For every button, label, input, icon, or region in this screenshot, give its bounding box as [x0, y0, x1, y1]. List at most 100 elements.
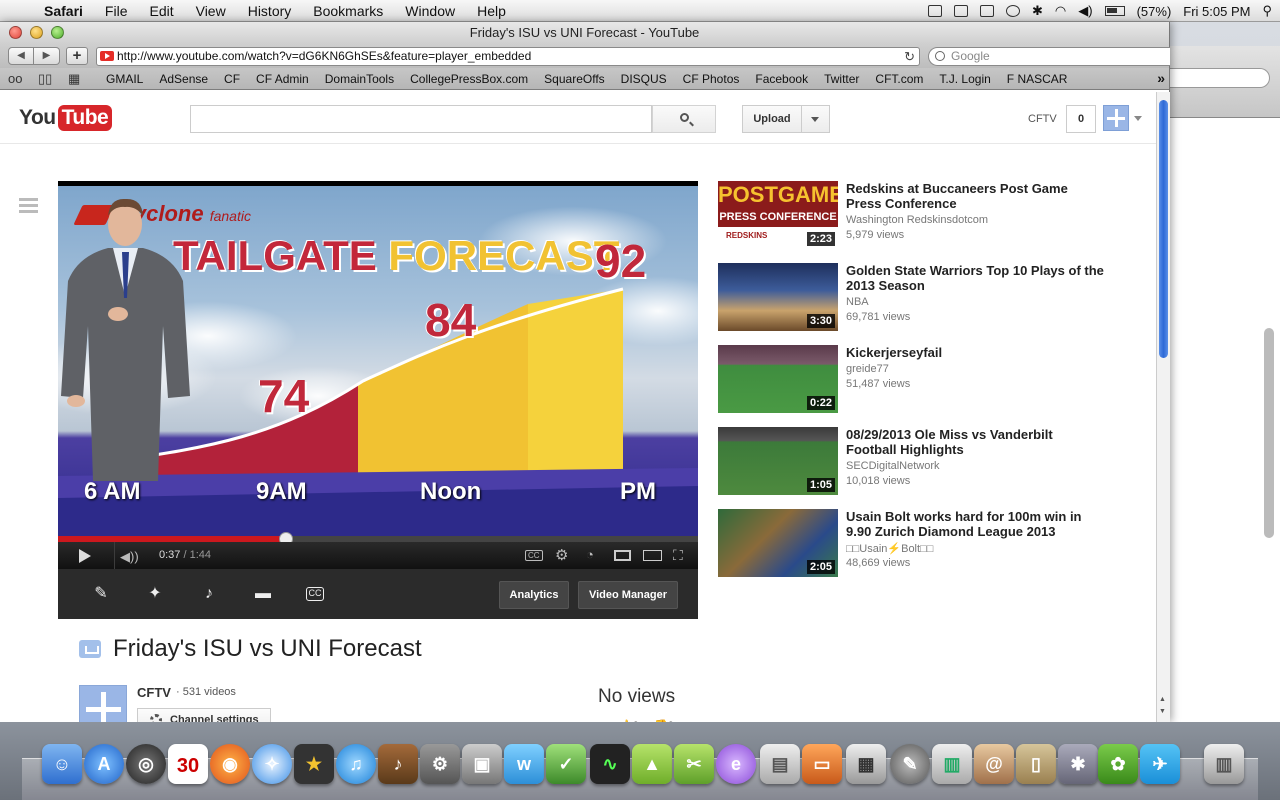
- volume-icon[interactable]: ◀)): [120, 549, 139, 564]
- back-button[interactable]: ◀: [8, 47, 34, 65]
- suggested-video[interactable]: 2:05 Usain Bolt works hard for 100m win …: [718, 509, 1118, 577]
- evernote-icon[interactable]: ✿: [1098, 744, 1138, 784]
- keynote-icon[interactable]: ▭: [802, 744, 842, 784]
- close-window-button[interactable]: [9, 26, 22, 39]
- scroll-up-arrow-icon[interactable]: ▲: [1159, 696, 1166, 703]
- eclipse-icon[interactable]: e: [716, 744, 756, 784]
- large-player-icon[interactable]: [643, 550, 662, 561]
- small-player-icon[interactable]: [614, 550, 631, 561]
- suggested-title[interactable]: 08/29/2013 Ole Miss vs Vanderbilt Footba…: [846, 427, 1106, 457]
- calculator-icon[interactable]: ▦: [846, 744, 886, 784]
- watch-later-clock-icon[interactable]: ◔: [586, 547, 594, 562]
- utility-icon[interactable]: ✎: [890, 744, 930, 784]
- top-sites-grid-icon[interactable]: ▦: [68, 71, 88, 86]
- minimize-window-button[interactable]: [30, 26, 43, 39]
- edit-pencil-icon[interactable]: ✎: [91, 584, 111, 604]
- suggested-video[interactable]: POSTGAME PRESS CONFERENCE REDSKINS 2:23 …: [718, 181, 1118, 249]
- time-machine-icon[interactable]: [1006, 5, 1021, 17]
- add-bookmark-button[interactable]: +: [66, 47, 88, 65]
- guide-menu-icon[interactable]: [19, 198, 38, 214]
- dashboard-icon[interactable]: ◎: [126, 744, 166, 784]
- volume-icon[interactable]: ◀): [1078, 3, 1092, 19]
- browser-search-field[interactable]: Google: [928, 47, 1170, 66]
- garageband-icon[interactable]: ♪: [378, 744, 418, 784]
- account-menu-caret-icon[interactable]: [1134, 116, 1142, 121]
- bookmark-twitter[interactable]: Twitter: [816, 72, 867, 86]
- menu-window[interactable]: Window: [394, 3, 466, 19]
- notification-count[interactable]: 0: [1066, 105, 1096, 133]
- text-edit-icon[interactable]: ▯: [1016, 744, 1056, 784]
- suggested-title[interactable]: Kickerjerseyfail: [846, 345, 1106, 360]
- captions-add-icon[interactable]: CC: [306, 587, 324, 601]
- suggested-video[interactable]: 1:05 08/29/2013 Ole Miss vs Vanderbilt F…: [718, 427, 1118, 495]
- settings-gear-icon[interactable]: ⚙: [555, 546, 568, 564]
- menu-edit[interactable]: Edit: [138, 3, 184, 19]
- activity-monitor-icon[interactable]: ∿: [590, 744, 630, 784]
- youtube-logo[interactable]: You Tube: [19, 105, 113, 131]
- bookmark-cf[interactable]: CF: [216, 72, 248, 86]
- battery-percent[interactable]: (57%): [1137, 4, 1172, 19]
- menu-view[interactable]: View: [185, 3, 237, 19]
- safari-icon[interactable]: ✧: [252, 744, 292, 784]
- finder-icon[interactable]: ☺: [42, 744, 82, 784]
- system-preferences-icon[interactable]: ⚙: [420, 744, 460, 784]
- bookmark-domaintools[interactable]: DomainTools: [317, 72, 402, 86]
- video-frame[interactable]: Cyclone fanatic TAILGATE FORECAST 70 74 …: [58, 186, 698, 536]
- annotations-icon[interactable]: ▬: [253, 584, 273, 604]
- reading-list-icon[interactable]: oo: [8, 71, 28, 86]
- suggested-thumbnail[interactable]: 3:30: [718, 263, 838, 331]
- imovie-star-icon[interactable]: ★: [294, 744, 334, 784]
- battery-icon[interactable]: [1104, 6, 1125, 16]
- twitter-icon[interactable]: ✈: [1140, 744, 1180, 784]
- bookmark-facebook[interactable]: Facebook: [747, 72, 816, 86]
- evernote-menu-icon[interactable]: [954, 5, 969, 17]
- wunderlist-icon[interactable]: w: [504, 744, 544, 784]
- page-scrollbar[interactable]: ▲ ▼: [1156, 92, 1170, 722]
- bluetooth-icon[interactable]: ✱: [1032, 3, 1043, 19]
- calendar-icon[interactable]: 30: [168, 744, 208, 784]
- app-store-icon[interactable]: A: [84, 744, 124, 784]
- trash-icon[interactable]: ▥: [1204, 744, 1244, 784]
- menu-history[interactable]: History: [237, 3, 303, 19]
- video-manager-button[interactable]: Video Manager: [578, 581, 678, 609]
- bookmark-tj-login[interactable]: T.J. Login: [931, 72, 998, 86]
- menu-clock[interactable]: Fri 5:05 PM: [1183, 4, 1250, 19]
- page-scrollbar-thumb[interactable]: [1159, 100, 1168, 358]
- preview-icon[interactable]: ✓: [546, 744, 586, 784]
- suggested-thumbnail[interactable]: POSTGAME PRESS CONFERENCE REDSKINS 2:23: [718, 181, 838, 249]
- fullscreen-icon[interactable]: ⛶: [673, 547, 683, 564]
- play-icon[interactable]: [79, 549, 91, 563]
- youtube-search-input[interactable]: [190, 105, 652, 133]
- audio-note-icon[interactable]: ♪: [199, 584, 219, 604]
- user-name[interactable]: CFTV: [1028, 113, 1057, 125]
- background-window-scrollbar[interactable]: [1264, 328, 1274, 538]
- dropbox-menu-icon[interactable]: [980, 5, 995, 17]
- suggested-title[interactable]: Golden State Warriors Top 10 Plays of th…: [846, 263, 1106, 293]
- bookmark-adsense[interactable]: AdSense: [151, 72, 216, 86]
- bluetooth-dock-icon[interactable]: ✱: [1058, 744, 1098, 784]
- analytics-button[interactable]: Analytics: [499, 581, 569, 609]
- screen-sharing-icon[interactable]: [928, 5, 943, 17]
- more-bookmarks-chevron-icon[interactable]: »: [1157, 70, 1165, 86]
- bookmarks-book-icon[interactable]: ▯▯: [38, 71, 58, 86]
- window-titlebar[interactable]: Friday's ISU vs UNI Forecast - YouTube: [0, 22, 1169, 44]
- tweetdeck-icon[interactable]: ✂: [674, 744, 714, 784]
- account-avatar[interactable]: [1103, 105, 1129, 131]
- scroll-down-arrow-icon[interactable]: ▼: [1159, 708, 1166, 715]
- bookmark-squareoffs[interactable]: SquareOffs: [536, 72, 612, 86]
- reload-icon[interactable]: ↻: [904, 48, 915, 65]
- suggested-thumbnail[interactable]: 1:05: [718, 427, 838, 495]
- menu-safari[interactable]: Safari: [40, 3, 94, 19]
- captions-icon[interactable]: CC: [525, 550, 543, 561]
- address-book-icon[interactable]: @: [974, 744, 1014, 784]
- iphoto-icon[interactable]: ▣: [462, 744, 502, 784]
- upload-button[interactable]: Upload: [742, 105, 802, 133]
- bookmark-cf-photos[interactable]: CF Photos: [675, 72, 748, 86]
- address-bar[interactable]: http://www.youtube.com/watch?v=dG6KN6GhS…: [96, 47, 920, 66]
- android-icon[interactable]: ▲: [632, 744, 672, 784]
- bookmark-disqus[interactable]: DISQUS: [613, 72, 675, 86]
- zoom-window-button[interactable]: [51, 26, 64, 39]
- channel-avatar[interactable]: [79, 685, 127, 722]
- video-player[interactable]: Cyclone fanatic TAILGATE FORECAST 70 74 …: [58, 181, 698, 569]
- numbers-icon[interactable]: ▥: [932, 744, 972, 784]
